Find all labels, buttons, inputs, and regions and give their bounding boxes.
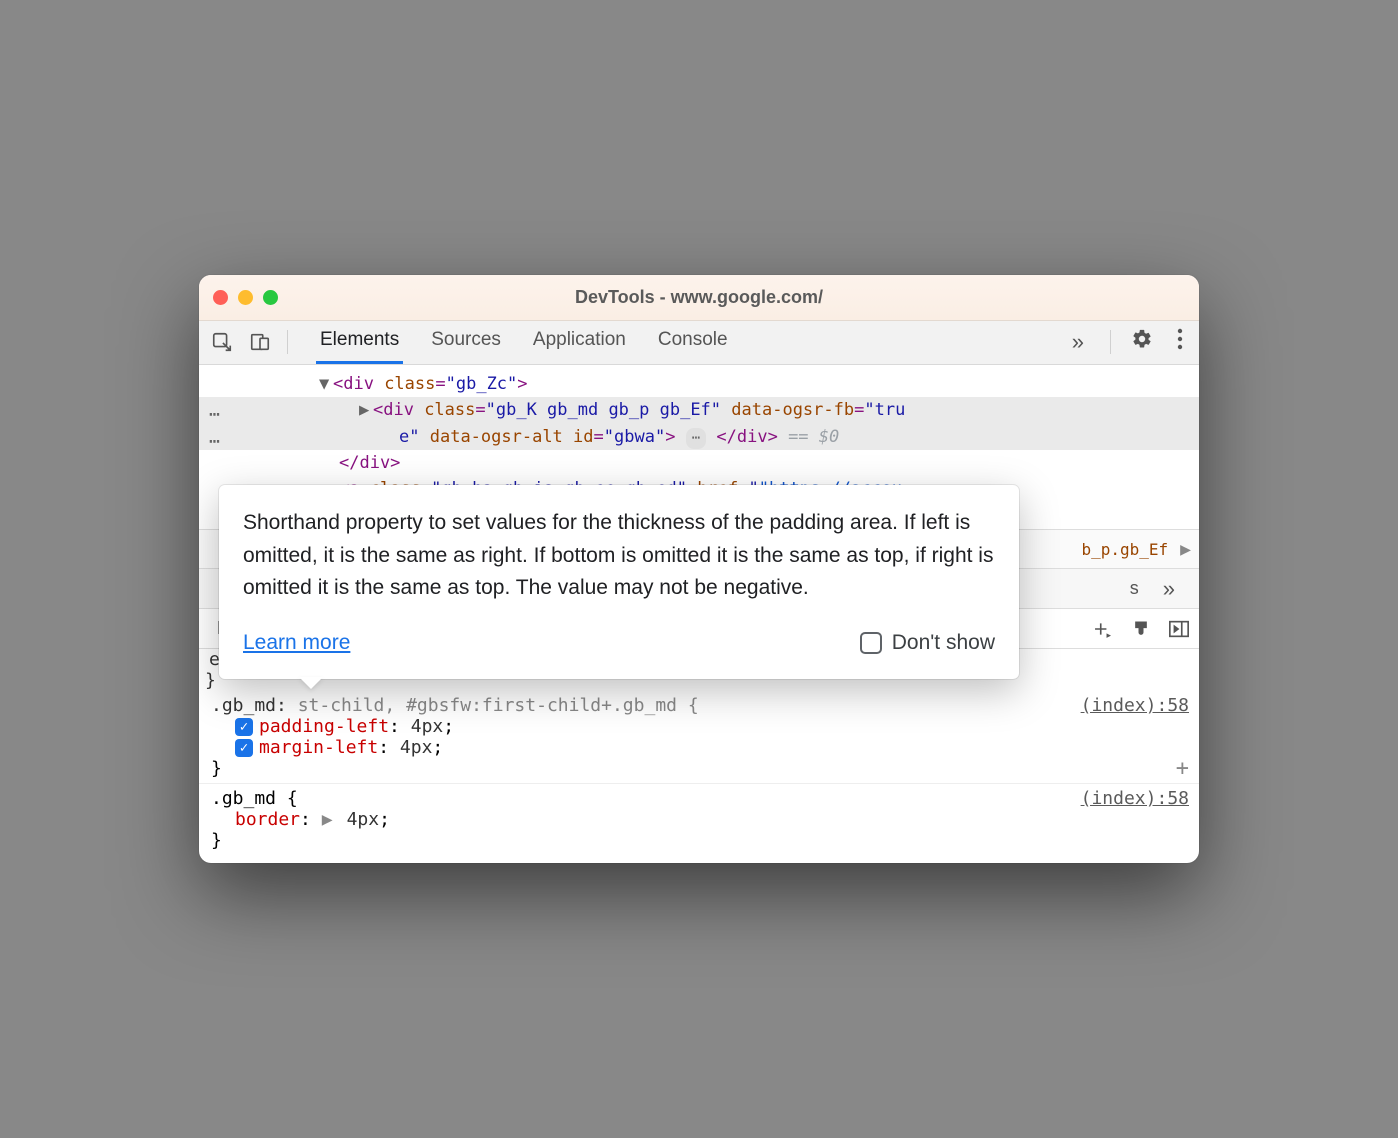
property-toggle-checkbox[interactable]: ✓ xyxy=(235,718,253,736)
maximize-window-button[interactable] xyxy=(263,290,278,305)
minimize-window-button[interactable] xyxy=(238,290,253,305)
css-property-tooltip: Shorthand property to set values for the… xyxy=(219,485,1019,679)
styles-pane: .gb_md: st-child, #gbsfw:first-child+.gb… xyxy=(199,691,1199,863)
css-property[interactable]: border: ▶ 4px; xyxy=(211,809,1187,830)
main-toolbar: Elements Sources Application Console » xyxy=(199,321,1199,365)
property-toggle-checkbox[interactable]: ✓ xyxy=(235,739,253,757)
more-styles-tabs-button[interactable]: » xyxy=(1147,576,1191,602)
toolbar-divider xyxy=(287,330,288,354)
breadcrumb-scroll-right-icon[interactable]: ▶ xyxy=(1180,539,1191,560)
paint-brush-icon[interactable] xyxy=(1129,617,1153,641)
breadcrumb-fragment[interactable]: b_p.gb_Ef xyxy=(1081,540,1168,559)
expand-toggle-icon[interactable]: ▶ xyxy=(359,397,373,423)
toolbar-divider xyxy=(1110,330,1111,354)
learn-more-link[interactable]: Learn more xyxy=(243,627,350,660)
device-toggle-icon[interactable] xyxy=(243,325,277,359)
tab-elements[interactable]: Elements xyxy=(316,321,403,364)
css-property[interactable]: ✓padding-left: 4px; xyxy=(211,716,1187,737)
dom-node-selected[interactable]: ▶<div class="gb_K gb_md gb_p gb_Ef" data… xyxy=(199,397,1199,423)
dom-node-close[interactable]: </div> xyxy=(199,450,1199,476)
tooltip-text: Shorthand property to set values for the… xyxy=(243,507,995,605)
dom-node[interactable]: ▼<div class="gb_Zc"> xyxy=(199,371,1199,397)
expand-toggle-icon[interactable]: ▼ xyxy=(319,371,333,397)
main-tabs: Elements Sources Application Console xyxy=(298,321,1052,364)
rule-source-link[interactable]: (index):58 xyxy=(1081,788,1189,809)
settings-gear-icon[interactable] xyxy=(1121,328,1163,356)
add-rule-icon[interactable]: ▸ xyxy=(1091,617,1115,641)
kebab-menu-icon[interactable] xyxy=(1167,328,1193,356)
style-rule[interactable]: .gb_md: st-child, #gbsfw:first-child+.gb… xyxy=(199,691,1199,784)
tab-application[interactable]: Application xyxy=(529,321,630,364)
dont-show-option[interactable]: Don't show xyxy=(860,627,995,660)
devtools-window: DevTools - www.google.com/ Elements Sour… xyxy=(199,275,1199,863)
css-property[interactable]: ✓margin-left: 4px; xyxy=(211,737,1187,758)
rule-source-link[interactable]: (index):58 xyxy=(1081,695,1189,716)
rule-selector[interactable]: .gb_md: st-child, #gbsfw:first-child+.gb… xyxy=(211,695,699,716)
inspect-element-icon[interactable] xyxy=(205,325,239,359)
console-ref: == $0 xyxy=(788,427,839,447)
expand-shorthand-icon[interactable]: ▶ xyxy=(322,809,336,830)
tab-sources[interactable]: Sources xyxy=(427,321,505,364)
dom-node-selected-cont[interactable]: e" data-ogsr-alt id="gbwa"> ⋯ </div> == … xyxy=(199,424,1199,450)
traffic-lights xyxy=(213,290,278,305)
rule-selector[interactable]: .gb_md { xyxy=(211,788,298,809)
dont-show-checkbox[interactable] xyxy=(860,632,882,654)
toggle-sidebar-icon[interactable] xyxy=(1167,617,1191,641)
tab-console[interactable]: Console xyxy=(654,321,732,364)
rule-close-brace: } xyxy=(211,758,1187,779)
ellipsis-badge[interactable]: ⋯ xyxy=(686,428,706,450)
add-property-icon[interactable]: + xyxy=(1176,756,1189,781)
tab-fragment[interactable]: s xyxy=(1130,578,1147,599)
close-window-button[interactable] xyxy=(213,290,228,305)
rule-close-brace: } xyxy=(211,830,1187,851)
more-tabs-button[interactable]: » xyxy=(1056,329,1100,355)
window-title: DevTools - www.google.com/ xyxy=(199,287,1199,308)
titlebar: DevTools - www.google.com/ xyxy=(199,275,1199,321)
style-rule[interactable]: .gb_md { (index):58 border: ▶ 4px; } xyxy=(199,784,1199,855)
dont-show-label: Don't show xyxy=(892,627,995,660)
